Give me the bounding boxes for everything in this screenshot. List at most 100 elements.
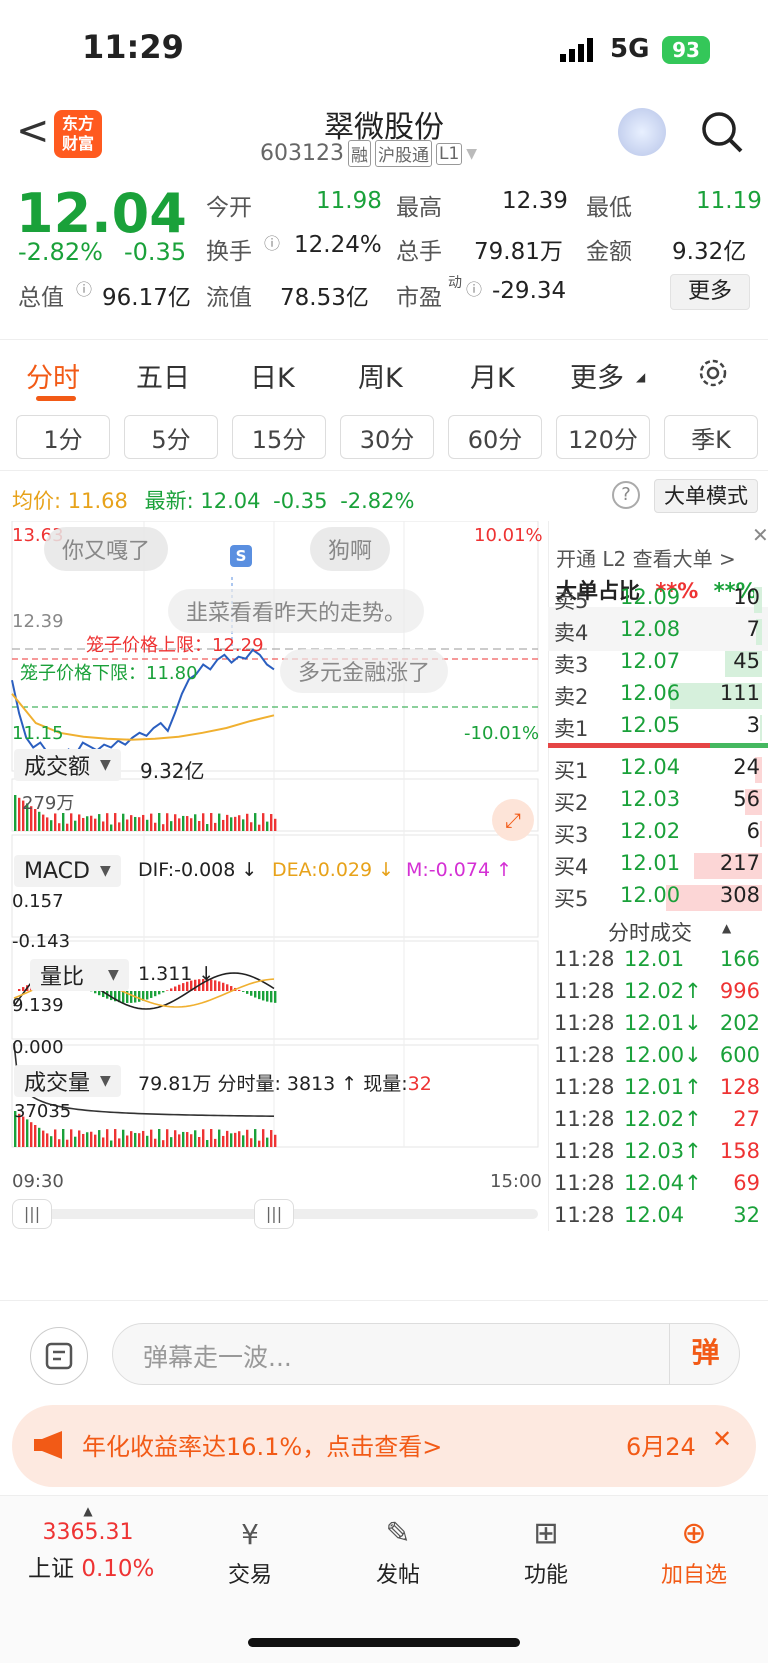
volume-bar: [54, 1129, 57, 1147]
tick-time: 11:28: [554, 1107, 615, 1131]
bid-row[interactable]: 买3 12.02 6: [554, 819, 762, 849]
nav-functions-label: 功能: [523, 1563, 568, 1588]
price-info-row: 均价: 11.68 最新: 12.04 -0.35 -2.82%: [12, 485, 414, 515]
tab-weekly[interactable]: 周K: [358, 356, 403, 395]
time-start: 09:30: [12, 1171, 64, 1192]
promo-date: 6月24: [626, 1433, 696, 1461]
danmu-settings-icon[interactable]: [30, 1327, 88, 1385]
amount-bar: [262, 813, 265, 831]
robot-avatar-icon[interactable]: [618, 108, 666, 156]
ask-price: 12.06: [620, 681, 681, 705]
period-15m[interactable]: 15分: [232, 415, 326, 459]
period-quarter[interactable]: 季K: [664, 415, 758, 459]
volume-bar: [262, 1129, 265, 1147]
amount-bar: [118, 822, 121, 831]
info-icon[interactable]: ⓘ: [264, 230, 280, 254]
more-button[interactable]: 更多: [670, 274, 750, 310]
search-icon[interactable]: [700, 110, 744, 158]
close-icon[interactable]: ✕: [752, 523, 768, 547]
ask-row[interactable]: 卖2 12.06 111: [554, 681, 762, 711]
danmu-input[interactable]: 弹幕走一波... 弹: [112, 1323, 740, 1385]
amount-indicator-select[interactable]: 成交额 ▼: [14, 749, 121, 781]
nav-functions[interactable]: ⊞ 功能: [486, 1496, 606, 1589]
tab-daily[interactable]: 日K: [250, 356, 295, 395]
l2-link[interactable]: 开通 L2 查看大单 >: [556, 543, 736, 572]
period-1m[interactable]: 1分: [16, 415, 110, 459]
y-min-label: 11.15: [12, 723, 64, 744]
info-icon[interactable]: ⓘ: [466, 276, 482, 300]
macd-bar: [158, 991, 161, 995]
info-icon[interactable]: ⓘ: [76, 276, 92, 300]
volume-bar: [214, 1138, 217, 1147]
settings-gear-icon[interactable]: [696, 356, 730, 394]
vr-value: 1.311 ↓: [138, 963, 215, 985]
macd-bar: [214, 980, 217, 991]
bid-row[interactable]: 买4 12.01 217: [554, 851, 762, 881]
volume-bar: [274, 1134, 277, 1147]
ticks-title[interactable]: 分时成交: [608, 917, 692, 947]
macd-bar: [166, 990, 169, 991]
nav-add-watchlist[interactable]: ⊕ 加自选: [634, 1496, 754, 1589]
latest-change: -0.35: [273, 489, 328, 513]
danmu-send-button[interactable]: 弹: [669, 1323, 741, 1385]
tick-volume: 166: [719, 947, 760, 971]
nav-trade[interactable]: ¥ 交易: [190, 1496, 310, 1589]
vr-max: 9.139: [12, 995, 64, 1016]
ask-row[interactable]: 卖4 12.08 7: [554, 617, 762, 647]
open-value: 11.98: [316, 188, 382, 214]
period-120m[interactable]: 120分: [556, 415, 650, 459]
promo-banner[interactable]: 年化收益率达16.1%，点击查看> 6月24 ✕: [12, 1405, 756, 1487]
volume-bar: [158, 1129, 161, 1147]
scroll-handle-right[interactable]: |||: [254, 1199, 294, 1229]
volume-bar: [226, 1130, 229, 1147]
index-ticker[interactable]: ▲ 3365.31 上证 0.10%: [28, 1496, 154, 1583]
danmu-bubble: 韭菜看看昨天的走势。: [168, 589, 425, 633]
amount-bar: [150, 813, 153, 831]
s-marker[interactable]: S: [230, 545, 252, 567]
ask-row[interactable]: 卖5 12.09 10: [554, 585, 762, 615]
avg-label: 均价:: [12, 489, 62, 513]
amount-bar: [170, 821, 173, 831]
megaphone-icon: [32, 1429, 68, 1465]
macd-indicator-select[interactable]: MACD ▼: [14, 855, 121, 887]
macd-bar: [150, 991, 153, 998]
float-value: 78.53亿: [280, 285, 369, 311]
volume-bar: [82, 1133, 85, 1147]
nav-post[interactable]: ✎ 发帖: [338, 1496, 458, 1589]
bid-price: 12.00: [620, 883, 681, 907]
vr-indicator-select[interactable]: 量比 ▼: [30, 959, 129, 991]
bid-row[interactable]: 买1 12.04 24: [554, 755, 762, 785]
big-order-mode-button[interactable]: 大单模式: [654, 479, 758, 513]
ask-row[interactable]: 卖1 12.05 3: [554, 713, 762, 743]
tick-price: 12.02↑: [624, 1107, 702, 1131]
bid-row[interactable]: 买2 12.03 56: [554, 787, 762, 817]
period-30m[interactable]: 30分: [340, 415, 434, 459]
help-icon[interactable]: ?: [612, 481, 640, 509]
volume-bar: [126, 1135, 129, 1147]
macd-bar: [270, 991, 273, 1003]
tab-5day[interactable]: 五日: [136, 356, 190, 395]
volume-label: 总手: [396, 239, 442, 265]
tick-price: 12.01: [624, 947, 685, 971]
period-5m[interactable]: 5分: [124, 415, 218, 459]
ask-row[interactable]: 卖3 12.07 45: [554, 649, 762, 679]
promo-text: 年化收益率达16.1%，点击查看>: [82, 1433, 443, 1461]
tab-monthly[interactable]: 月K: [470, 356, 515, 395]
volume-bar: [162, 1140, 165, 1147]
tab-intraday[interactable]: 分时: [26, 356, 80, 395]
amount-bar: [166, 813, 169, 831]
volume-bar: [110, 1140, 113, 1147]
tab-more[interactable]: 更多: [570, 356, 624, 395]
scroll-handle-left[interactable]: |||: [12, 1199, 52, 1229]
bid-row[interactable]: 买5 12.00 308: [554, 883, 762, 913]
tick-volume: 996: [719, 979, 760, 1003]
promo-close-button[interactable]: ✕: [712, 1425, 732, 1453]
chevron-down-icon[interactable]: ▼: [466, 146, 477, 162]
volume-indicator-select[interactable]: 成交量 ▼: [14, 1065, 121, 1097]
macd-bar: [98, 991, 101, 996]
volume-bar: [186, 1132, 189, 1147]
fullscreen-expand-icon[interactable]: ⤢: [492, 799, 534, 841]
period-60m[interactable]: 60分: [448, 415, 542, 459]
stock-code-row: 603123 融 沪股通 L1 ▼: [260, 140, 477, 167]
macd-bar: [178, 984, 181, 991]
